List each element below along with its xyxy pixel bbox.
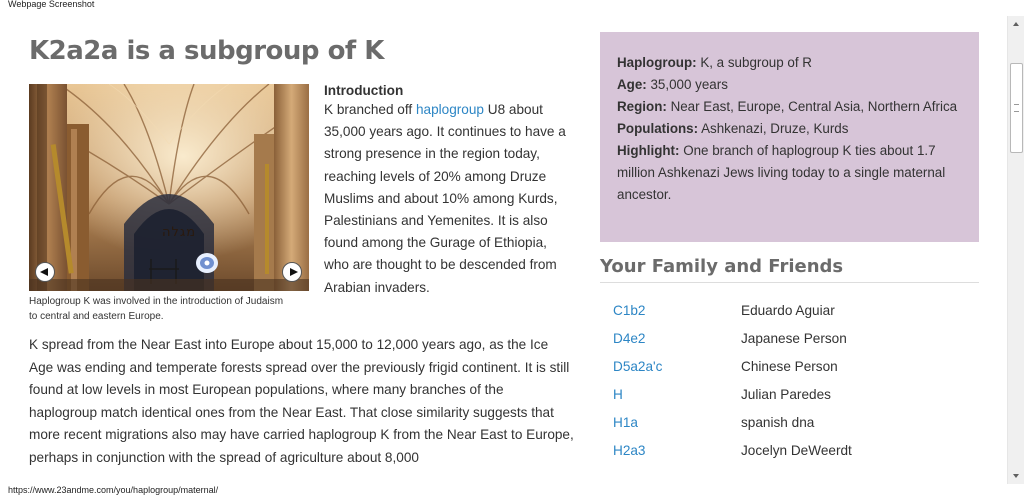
page-title: K2a2a is a subgroup of K — [29, 36, 384, 66]
haplogroup-code-link[interactable]: C1b2 — [613, 300, 646, 322]
info-populations: Populations: Ashkenazi, Druze, Kurds — [617, 118, 962, 140]
introduction-heading: Introduction — [324, 83, 404, 98]
person-name: Chinese Person — [741, 359, 838, 374]
previous-photo-button[interactable] — [35, 262, 55, 282]
info-highlight-label: Highlight: — [617, 143, 680, 158]
family-row: D4e2 Japanese Person — [613, 328, 979, 356]
photo-slideshow: מגלה Haplogroup K was involved in the in… — [29, 84, 309, 324]
status-url: https://www.23andme.com/you/haplogroup/m… — [8, 485, 219, 495]
window-title: Webpage Screenshot — [8, 0, 95, 9]
info-region: Region: Near East, Europe, Central Asia,… — [617, 96, 962, 118]
scroll-down-arrow-icon[interactable] — [1008, 468, 1024, 484]
intro-text-start: K branched off — [324, 102, 416, 117]
info-haplogroup: Haplogroup: K, a subgroup of R — [617, 52, 962, 74]
family-list: C1b2 Eduardo Aguiar D4e2 Japanese Person… — [613, 300, 979, 468]
haplogroup-code-link[interactable]: H1a — [613, 412, 638, 434]
haplogroup-code-link[interactable]: H — [613, 384, 623, 406]
hebrew-sign-text: מגלה — [162, 225, 197, 240]
family-row: H2a3 Jocelyn DeWeerdt — [613, 440, 979, 468]
haplogroup-code-link[interactable]: H2a3 — [613, 440, 646, 462]
info-age-label: Age: — [617, 77, 647, 92]
body-paragraph: K spread from the Near East into Europe … — [29, 337, 574, 465]
family-friends-heading: Your Family and Friends — [600, 256, 844, 277]
info-populations-label: Populations: — [617, 121, 699, 136]
family-row: H Julian Paredes — [613, 384, 979, 412]
info-region-label: Region: — [617, 99, 667, 114]
person-name: Eduardo Aguiar — [741, 303, 835, 318]
info-age-value: 35,000 years — [646, 77, 728, 92]
photo-caption: Haplogroup K was involved in the introdu… — [29, 296, 284, 322]
intro-text-rest: U8 about 35,000 years ago. It continues … — [324, 102, 566, 295]
status-bar: https://www.23andme.com/you/haplogroup/m… — [0, 484, 1024, 496]
family-row: C1b2 Eduardo Aguiar — [613, 300, 979, 328]
info-populations-value: Ashkenazi, Druze, Kurds — [698, 121, 849, 136]
next-photo-button[interactable] — [282, 262, 302, 282]
info-age: Age: 35,000 years — [617, 74, 962, 96]
person-name: Julian Paredes — [741, 387, 831, 402]
haplogroup-code-link[interactable]: D4e2 — [613, 328, 646, 350]
synagogue-photo: מגלה — [29, 84, 309, 291]
introduction-text: K branched off haplogroup U8 about 35,00… — [324, 99, 574, 299]
family-row: D5a2a'c Chinese Person — [613, 356, 979, 384]
person-name: Jocelyn DeWeerdt — [741, 443, 852, 458]
info-region-value: Near East, Europe, Central Asia, Norther… — [666, 99, 958, 114]
family-row: H1a spanish dna — [613, 412, 979, 440]
haplogroup-info-box: Haplogroup: K, a subgroup of R Age: 35,0… — [600, 32, 979, 242]
section-divider — [600, 282, 979, 283]
haplogroup-link[interactable]: haplogroup — [416, 102, 484, 117]
info-highlight: Highlight: One branch of haplogroup K ti… — [617, 140, 962, 206]
info-haplogroup-label: Haplogroup: — [617, 55, 697, 70]
person-name: spanish dna — [741, 415, 815, 430]
vertical-scrollbar[interactable] — [1007, 16, 1024, 484]
scroll-thumb[interactable] — [1010, 63, 1023, 153]
scroll-up-arrow-icon[interactable] — [1008, 16, 1024, 32]
person-name: Japanese Person — [741, 331, 847, 346]
haplogroup-code-link[interactable]: D5a2a'c — [613, 356, 662, 378]
page-content: K2a2a is a subgroup of K מגלה Haplogroup… — [0, 16, 1007, 484]
info-haplogroup-value: K, a subgroup of R — [696, 55, 812, 70]
introduction-section: Introduction K branched off haplogroup U… — [324, 82, 574, 299]
